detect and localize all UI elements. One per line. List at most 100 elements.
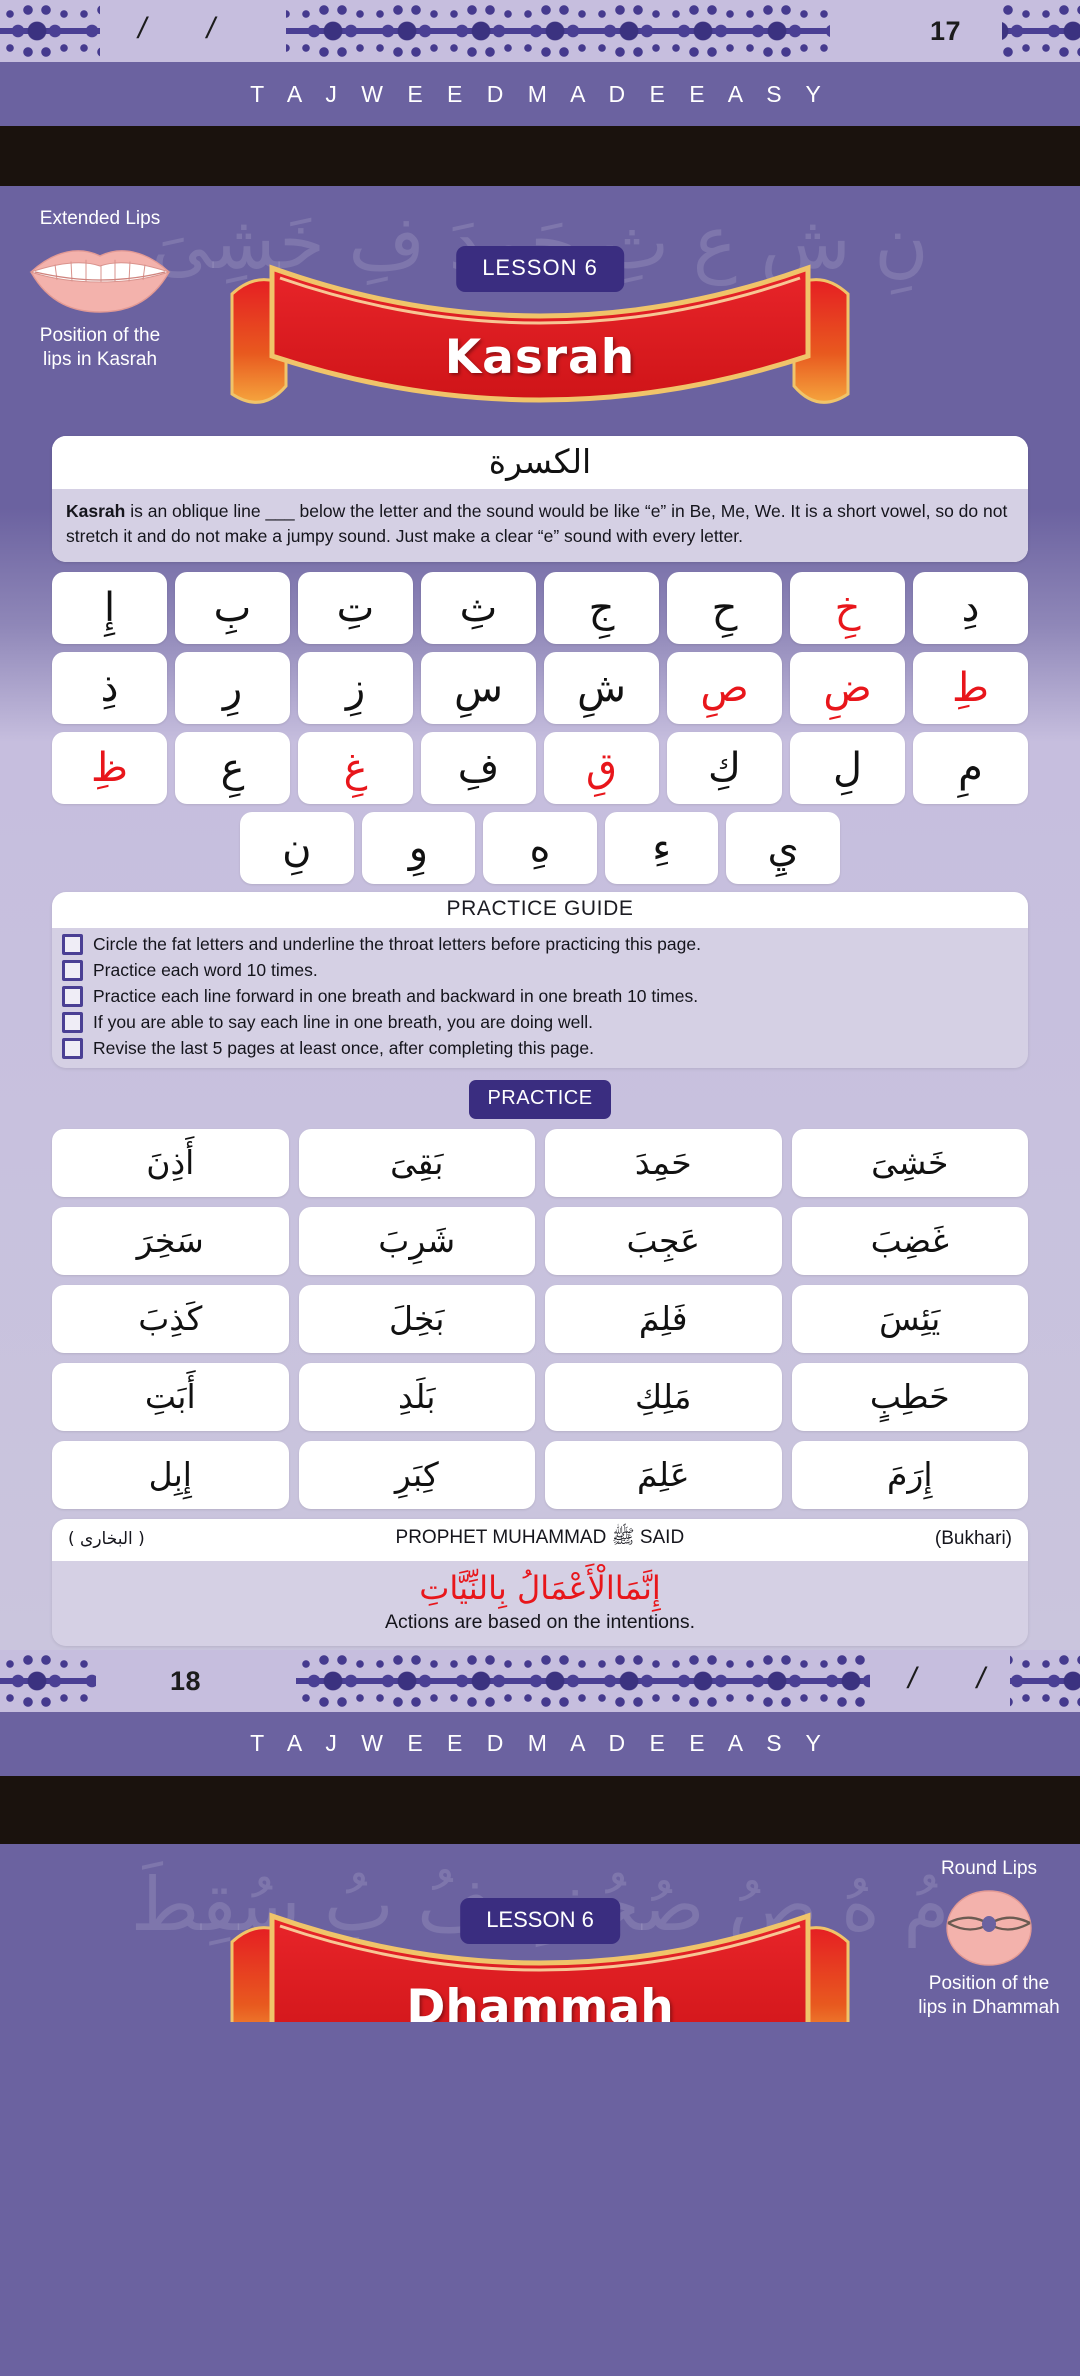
hadith-english-text: Actions are based on the intentions. — [384, 1610, 696, 1633]
letter-cell[interactable]: ذِ — [52, 651, 167, 724]
practice-word-cell[interactable]: فَلِمَ — [545, 1284, 782, 1353]
practice-word-cell[interactable]: يَئِسَ — [791, 1284, 1028, 1353]
practice-word-cell[interactable]: بَخِلَ — [298, 1284, 535, 1353]
hadith-body: إِنَّمَاالْأَعْمَالُ بِالنِّيَّاتِ Actio… — [52, 1560, 1028, 1646]
letter-cell[interactable]: بِ — [175, 571, 290, 644]
practice-word-cell[interactable]: سَخِرَ — [52, 1206, 289, 1275]
practice-word-cell[interactable]: عَجِبَ — [545, 1206, 782, 1275]
next-lesson-hero: مُ هُ صُ صُحُفِ فُ بُ سُقِطَ Round Lips … — [0, 1844, 1080, 2022]
practice-word-cell[interactable]: كَذِبَ — [52, 1284, 289, 1353]
footer-page-number: 18 — [170, 1665, 202, 1696]
letter-cell[interactable]: فِ — [421, 731, 536, 804]
top-black-divider — [0, 126, 1080, 186]
practice-word-cell[interactable]: عَلِمَ — [545, 1440, 782, 1509]
header-page-number: 17 — [930, 16, 962, 46]
practice-word-cell[interactable]: حَمِدَ — [545, 1128, 782, 1197]
checkbox-icon[interactable] — [62, 934, 83, 956]
letter-cell[interactable]: ثِ — [421, 571, 536, 644]
letter-cell[interactable]: رِ — [175, 651, 290, 724]
letter-grid-row: دِ خِ حِ جِ ثِ تِ بِ إِ — [52, 571, 1028, 644]
lesson-hero: نِ شِ عِ ثِ حَمِدَ فِ خَشِىَ Extended Li… — [0, 186, 1080, 436]
next-lesson-number-chip: LESSON 6 — [460, 1897, 620, 1944]
letter-cell[interactable]: كِ — [667, 731, 782, 804]
letter-cell[interactable]: صِ — [667, 651, 782, 724]
practice-word-cell[interactable]: بَقِىَ — [298, 1128, 535, 1197]
bottom-title-bar: T A J W E E D M A D E E A S Y — [0, 1711, 1080, 1776]
practice-guide-item[interactable]: Revise the last 5 pages at least once, a… — [62, 1036, 1018, 1062]
practice-guide-list: Circle the fat letters and underline the… — [52, 927, 1028, 1068]
practice-word-cell[interactable]: إِرَمَ — [791, 1440, 1028, 1509]
letter-cell[interactable]: ظِ — [52, 731, 167, 804]
letter-cell[interactable]: زِ — [298, 651, 413, 724]
definition-description: is an oblique line ___ below the letter … — [66, 501, 1008, 547]
lesson-title: Kasrah — [444, 330, 636, 385]
practice-guide-title: PRACTICE GUIDE — [52, 891, 1028, 928]
practice-word-cell[interactable]: حَطِبٍ — [791, 1362, 1028, 1431]
letter-cell[interactable]: يِ — [726, 811, 840, 884]
letter-cell[interactable]: إِ — [52, 571, 167, 644]
practice-word-cell[interactable]: خَشِىَ — [791, 1128, 1028, 1197]
letter-cell[interactable]: حِ — [667, 571, 782, 644]
letter-cell[interactable]: نِ — [240, 811, 354, 884]
letter-cell[interactable]: خِ — [790, 571, 905, 644]
letter-cell[interactable]: جِ — [544, 571, 659, 644]
letter-cell[interactable]: غِ — [298, 731, 413, 804]
letter-cell[interactable]: مِ — [913, 731, 1028, 804]
practice-word-cell[interactable]: شَرِبَ — [298, 1206, 535, 1275]
lesson-banner: LESSON 6 Kasrah — [210, 246, 870, 426]
letter-grid-row: يِ ءِ هِ وِ نِ — [240, 811, 840, 884]
definition-text: Kasrah is an oblique line ___ below the … — [52, 489, 1028, 562]
practice-guide-item-label: Practice each word 10 times. — [93, 960, 318, 981]
letter-cell[interactable]: ءِ — [604, 811, 719, 884]
extended-lips-icon — [29, 250, 171, 313]
letter-cell[interactable]: شِ — [544, 651, 659, 724]
practice-word-cell[interactable]: أَذِنَ — [52, 1128, 289, 1197]
practice-word-cell[interactable]: أَبَتِ — [52, 1362, 289, 1431]
top-ornament-band: / / 17 — [0, 0, 1080, 62]
hadith-card: ( البخارى ) PROPHET MUHAMMAD ﷺ SAID (Buk… — [52, 1518, 1028, 1646]
next-lips-caption-bottom: Position of the lips in Dhammah — [918, 1972, 1060, 2018]
practice-word-row: غَضِبَ عَجِبَ شَرِبَ سَخِرَ — [52, 1206, 1028, 1275]
letter-grid-row: مِ لِ كِ قِ فِ غِ عِ ظِ — [52, 731, 1028, 804]
practice-chip: PRACTICE — [469, 1079, 611, 1119]
practice-word-cell[interactable]: غَضِبَ — [791, 1206, 1028, 1275]
practice-word-cell[interactable]: كِبَرِ — [298, 1440, 535, 1509]
practice-guide-item[interactable]: Practice each line forward in one breath… — [62, 984, 1018, 1010]
checkbox-icon[interactable] — [62, 986, 83, 1008]
letter-cell[interactable]: لِ — [790, 731, 905, 804]
ornament-gap-right — [830, 0, 1002, 62]
practice-word-cell[interactable]: مَلِكِ — [545, 1362, 782, 1431]
round-lips-icon — [946, 1890, 1032, 1966]
letter-cell[interactable]: سِ — [421, 651, 536, 724]
letter-cell[interactable]: تِ — [298, 571, 413, 644]
practice-guide-item-label: Practice each line forward in one breath… — [93, 986, 699, 1007]
practice-word-row: إِرَمَ عَلِمَ كِبَرِ إِبِل — [52, 1440, 1028, 1509]
letter-cell[interactable]: وِ — [361, 811, 476, 884]
letter-cell[interactable]: ضِ — [790, 651, 905, 724]
practice-word-cell[interactable]: بَلَدِ — [298, 1362, 535, 1431]
next-page-preview: مُ هُ صُ صُحُفِ فُ بُ سُقِطَ Round Lips … — [0, 1775, 1080, 2022]
letter-grid-row: طِ ضِ صِ شِ سِ زِ رِ ذِ — [52, 651, 1028, 724]
letter-cell[interactable]: طِ — [913, 651, 1028, 724]
definition-keyword: Kasrah — [66, 501, 126, 521]
hadith-source-arabic: ( البخارى ) — [68, 1528, 145, 1549]
letter-cell[interactable]: عِ — [175, 731, 290, 804]
bottom-ornament-band: 18 / / — [0, 1649, 1080, 1712]
next-lips-caption-top: Round Lips — [940, 1857, 1038, 1879]
checkbox-icon[interactable] — [62, 1012, 83, 1034]
checkbox-icon[interactable] — [62, 960, 83, 982]
lesson-page: نِ شِ عِ ثِ حَمِدَ فِ خَشِىَ Extended Li… — [0, 186, 1080, 1650]
practice-guide-item[interactable]: Practice each word 10 times. — [62, 958, 1018, 984]
checkbox-icon[interactable] — [62, 1038, 83, 1060]
letter-cell[interactable]: هِ — [483, 811, 597, 884]
letter-grid: دِ خِ حِ جِ ثِ تِ بِ إِ طِ ضِ صِ شِ سِ زِ رِ ذِ مِ لِ كِ… — [52, 571, 1028, 884]
letter-cell[interactable]: دِ — [913, 571, 1028, 644]
practice-guide-item[interactable]: Circle the fat letters and underline the… — [62, 932, 1018, 958]
top-title-bar: T A J W E E D M A D E E A S Y — [0, 62, 1080, 126]
practice-guide-item[interactable]: If you are able to say each line in one … — [62, 1010, 1018, 1036]
book-brand-title-footer: T A J W E E D M A D E E A S Y — [250, 1730, 830, 1757]
definition-card: الكسرة Kasrah is an oblique line ___ bel… — [52, 436, 1028, 562]
letter-cell[interactable]: قِ — [544, 731, 659, 804]
practice-word-cell[interactable]: إِبِل — [52, 1440, 289, 1509]
practice-guide: PRACTICE GUIDE Circle the fat letters an… — [52, 891, 1028, 1068]
